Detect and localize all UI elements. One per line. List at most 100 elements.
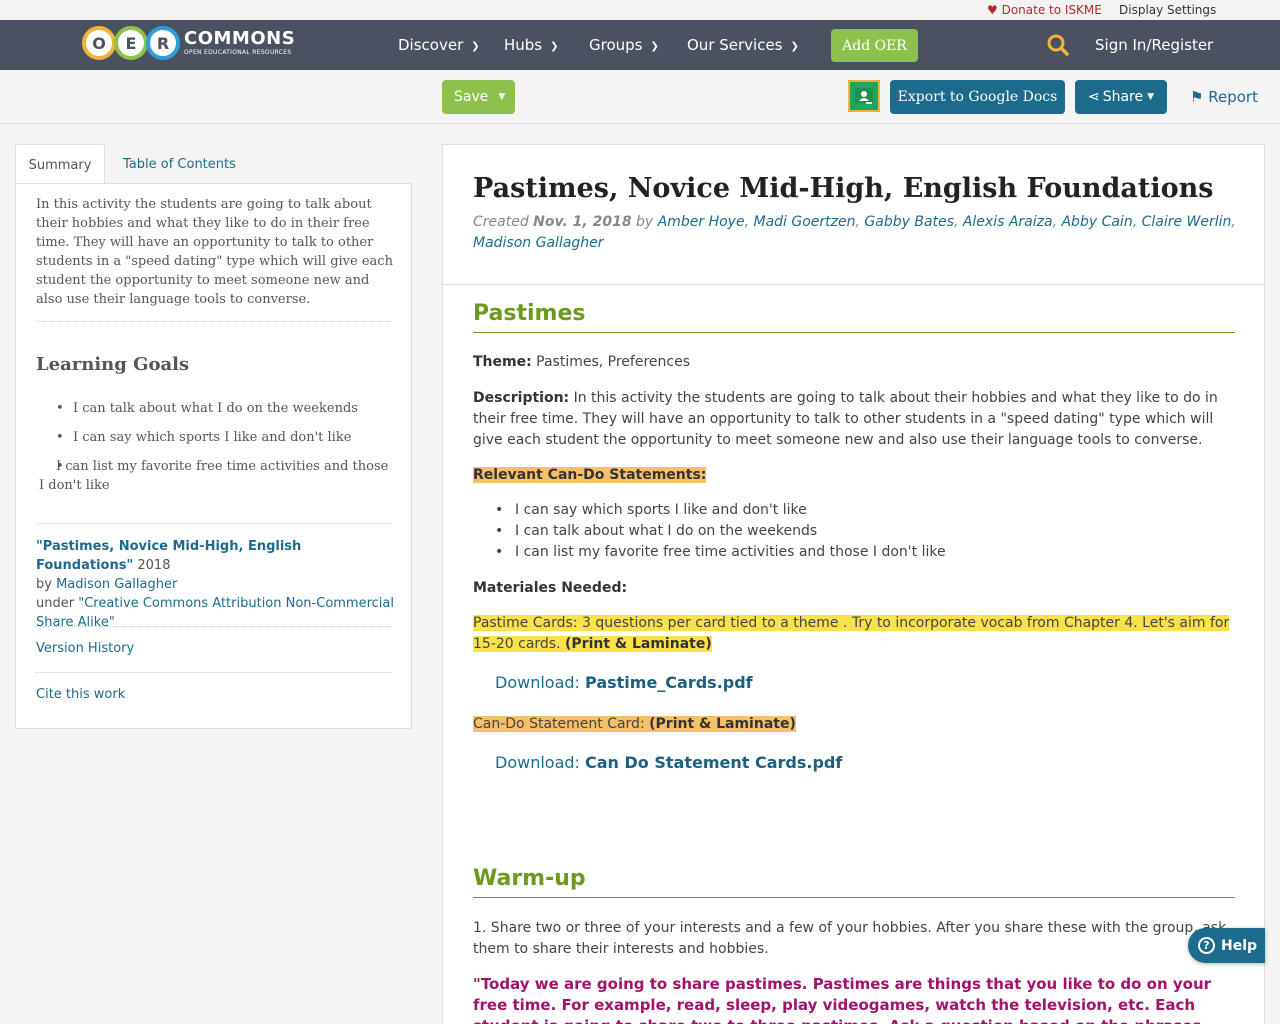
cite-this-work-link[interactable]: Cite this work xyxy=(36,687,125,702)
chevron-down-icon: ❯ xyxy=(550,41,559,52)
created-label: Created xyxy=(473,214,534,230)
donate-label: Donate to ISKME xyxy=(1001,3,1102,17)
cando-label: Relevant Can-Do Statements: xyxy=(473,467,707,483)
export-google-docs-button[interactable]: Export to Google Docs xyxy=(890,80,1065,114)
author-link[interactable]: Abby Cain xyxy=(1061,214,1132,230)
pastime-cards-file-link[interactable]: Pastime_Cards.pdf xyxy=(585,673,753,692)
by-label: by xyxy=(631,214,658,230)
pastime-cards-text: Pastime Cards: 3 questions per card tied… xyxy=(473,615,1230,652)
theme-label: Theme: xyxy=(473,354,532,370)
download-cando-cards: Download: Can Do Statement Cards.pdf xyxy=(495,753,842,772)
summary-description: In this activity the students are going … xyxy=(36,197,393,307)
share-label: Share xyxy=(1102,89,1144,105)
theme-value: Pastimes, Preferences xyxy=(531,354,691,370)
logo-letter-r: R xyxy=(146,26,180,60)
save-dropdown-button[interactable]: Save ▼ xyxy=(442,80,515,114)
search-icon[interactable] xyxy=(1046,33,1070,57)
author-link[interactable]: Gabby Bates xyxy=(864,214,954,230)
nav-groups[interactable]: Groups ❯ xyxy=(589,36,659,54)
share-dropdown-button[interactable]: ⋖ Share ▼ xyxy=(1075,80,1167,114)
divider xyxy=(36,523,391,524)
divider xyxy=(36,672,391,673)
author-link[interactable]: Alexis Araiza xyxy=(963,214,1053,230)
resource-byline: Created Nov. 1, 2018 by Amber Hoye, Madi… xyxy=(473,214,1236,251)
display-settings-link[interactable]: Display Settings xyxy=(1119,3,1216,17)
attribution-year: 2018 xyxy=(133,558,171,573)
warmup-step-1: 1. Share two or three of your interests … xyxy=(473,920,1227,957)
cando-list: I can say which sports I like and don't … xyxy=(495,500,1195,563)
cando-card-text: Can-Do Statement Card: (Print & Laminate… xyxy=(473,716,796,732)
version-history-link[interactable]: Version History xyxy=(36,641,134,656)
nav-our-services-label: Our Services xyxy=(687,36,783,54)
share-icon: ⋖ xyxy=(1087,89,1100,105)
nav-our-services[interactable]: Our Services ❯ xyxy=(687,36,799,54)
cando-card-label: Can-Do Statement Card: xyxy=(473,716,650,732)
download-label: Download: xyxy=(495,673,586,692)
author-link[interactable]: Madison Gallagher xyxy=(473,235,604,251)
tab-table-of-contents[interactable]: Table of Contents xyxy=(123,144,236,184)
main-navbar: O E R COMMONS OPEN EDUCATIONAL RESOURCES… xyxy=(0,20,1280,70)
theme-paragraph: Theme: Pastimes, Preferences xyxy=(473,352,1235,373)
print-laminate-note: (Print & Laminate) xyxy=(649,716,796,732)
utility-bar: ♥ Donate to ISKME Display Settings xyxy=(0,0,1280,20)
download-label: Download: xyxy=(495,753,586,772)
logo-wordmark: COMMONS OPEN EDUCATIONAL RESOURCES xyxy=(184,30,295,56)
question-icon: ? xyxy=(1198,937,1215,954)
learning-goals-list: I can talk about what I do on the weeken… xyxy=(39,399,396,505)
learning-goal-item: I can list my favorite free time activit… xyxy=(39,457,396,495)
author-link[interactable]: Amber Hoye xyxy=(658,214,745,230)
materials-heading: Materiales Needed: xyxy=(473,578,1235,599)
nav-hubs[interactable]: Hubs ❯ xyxy=(504,36,559,54)
save-label: Save xyxy=(454,89,489,105)
oer-commons-logo[interactable]: O E R COMMONS OPEN EDUCATIONAL RESOURCES xyxy=(82,26,295,60)
page-title: Pastimes, Novice Mid-High, English Found… xyxy=(473,173,1214,204)
learning-goal-item: I can say which sports I like and don't … xyxy=(56,428,396,447)
logo-letter-e: E xyxy=(114,26,148,60)
description-label: Description: xyxy=(473,390,570,406)
chevron-down-icon: ❯ xyxy=(790,41,799,52)
cando-cards-file-link[interactable]: Can Do Statement Cards.pdf xyxy=(585,753,842,772)
chevron-down-icon: ❯ xyxy=(650,41,659,52)
warmup-quote: "Today we are going to share pastimes. P… xyxy=(473,975,1212,1024)
materials-label: Materiales Needed: xyxy=(473,580,628,596)
resource-toolbar: Save ▼ Export to Google Docs ⋖ Share ▼ ⚑ Re… xyxy=(0,70,1280,124)
cando-heading: Relevant Can-Do Statements: xyxy=(473,465,1235,486)
resource-main-panel: Pastimes, Novice Mid-High, English Found… xyxy=(442,144,1265,1024)
report-link[interactable]: ⚑ Report xyxy=(1190,88,1258,106)
nav-discover[interactable]: Discover ❯ xyxy=(398,36,480,54)
description-paragraph: Description: In this activity the studen… xyxy=(473,388,1235,451)
learning-goals-heading: Learning Goals xyxy=(36,354,190,375)
cando-item: I can list my favorite free time activit… xyxy=(495,542,1195,563)
flag-icon: ⚑ xyxy=(1190,88,1204,106)
sidebar-summary-panel: In this activity the students are going … xyxy=(15,183,412,729)
report-label: Report xyxy=(1208,88,1258,106)
donate-link[interactable]: ♥ Donate to ISKME xyxy=(987,3,1102,17)
author-link[interactable]: Madi Goertzen xyxy=(754,214,856,230)
caret-down-icon: ▼ xyxy=(498,92,506,102)
cando-item: I can talk about what I do on the weeken… xyxy=(495,521,1195,542)
divider xyxy=(443,284,1264,285)
attribution-by: by xyxy=(36,577,57,592)
logo-letter-o: O xyxy=(82,26,116,60)
created-date: Nov. 1, 2018 xyxy=(533,214,632,230)
attribution-author-link[interactable]: Madison Gallagher xyxy=(56,577,177,592)
section-title-warm-up: Warm-up xyxy=(473,866,1235,898)
add-oer-button[interactable]: Add OER xyxy=(831,29,918,62)
help-label: Help xyxy=(1221,937,1258,954)
attribution: "Pastimes, Novice Mid-High, English Foun… xyxy=(36,537,396,632)
print-laminate-note: (Print & Laminate) xyxy=(565,636,712,652)
pastime-cards-paragraph: Pastime Cards: 3 questions per card tied… xyxy=(473,613,1235,655)
download-pastime-cards: Download: Pastime_Cards.pdf xyxy=(495,673,753,692)
nav-discover-label: Discover xyxy=(398,36,464,54)
nav-groups-label: Groups xyxy=(589,36,643,54)
author-link[interactable]: Claire Werlin xyxy=(1142,214,1232,230)
help-button[interactable]: ? Help xyxy=(1188,928,1265,963)
section-title-pastimes: Pastimes xyxy=(473,301,1235,333)
license-link[interactable]: "Creative Commons Attribution Non-Commer… xyxy=(36,596,394,630)
sidebar-tabs: Summary Table of Contents xyxy=(15,144,412,185)
google-classroom-icon[interactable] xyxy=(848,80,880,112)
tab-summary[interactable]: Summary xyxy=(15,144,105,185)
heart-icon: ♥ xyxy=(987,3,998,17)
cando-card-paragraph: Can-Do Statement Card: (Print & Laminate… xyxy=(473,714,1235,735)
sign-in-register-link[interactable]: Sign In/Register xyxy=(1095,36,1213,54)
